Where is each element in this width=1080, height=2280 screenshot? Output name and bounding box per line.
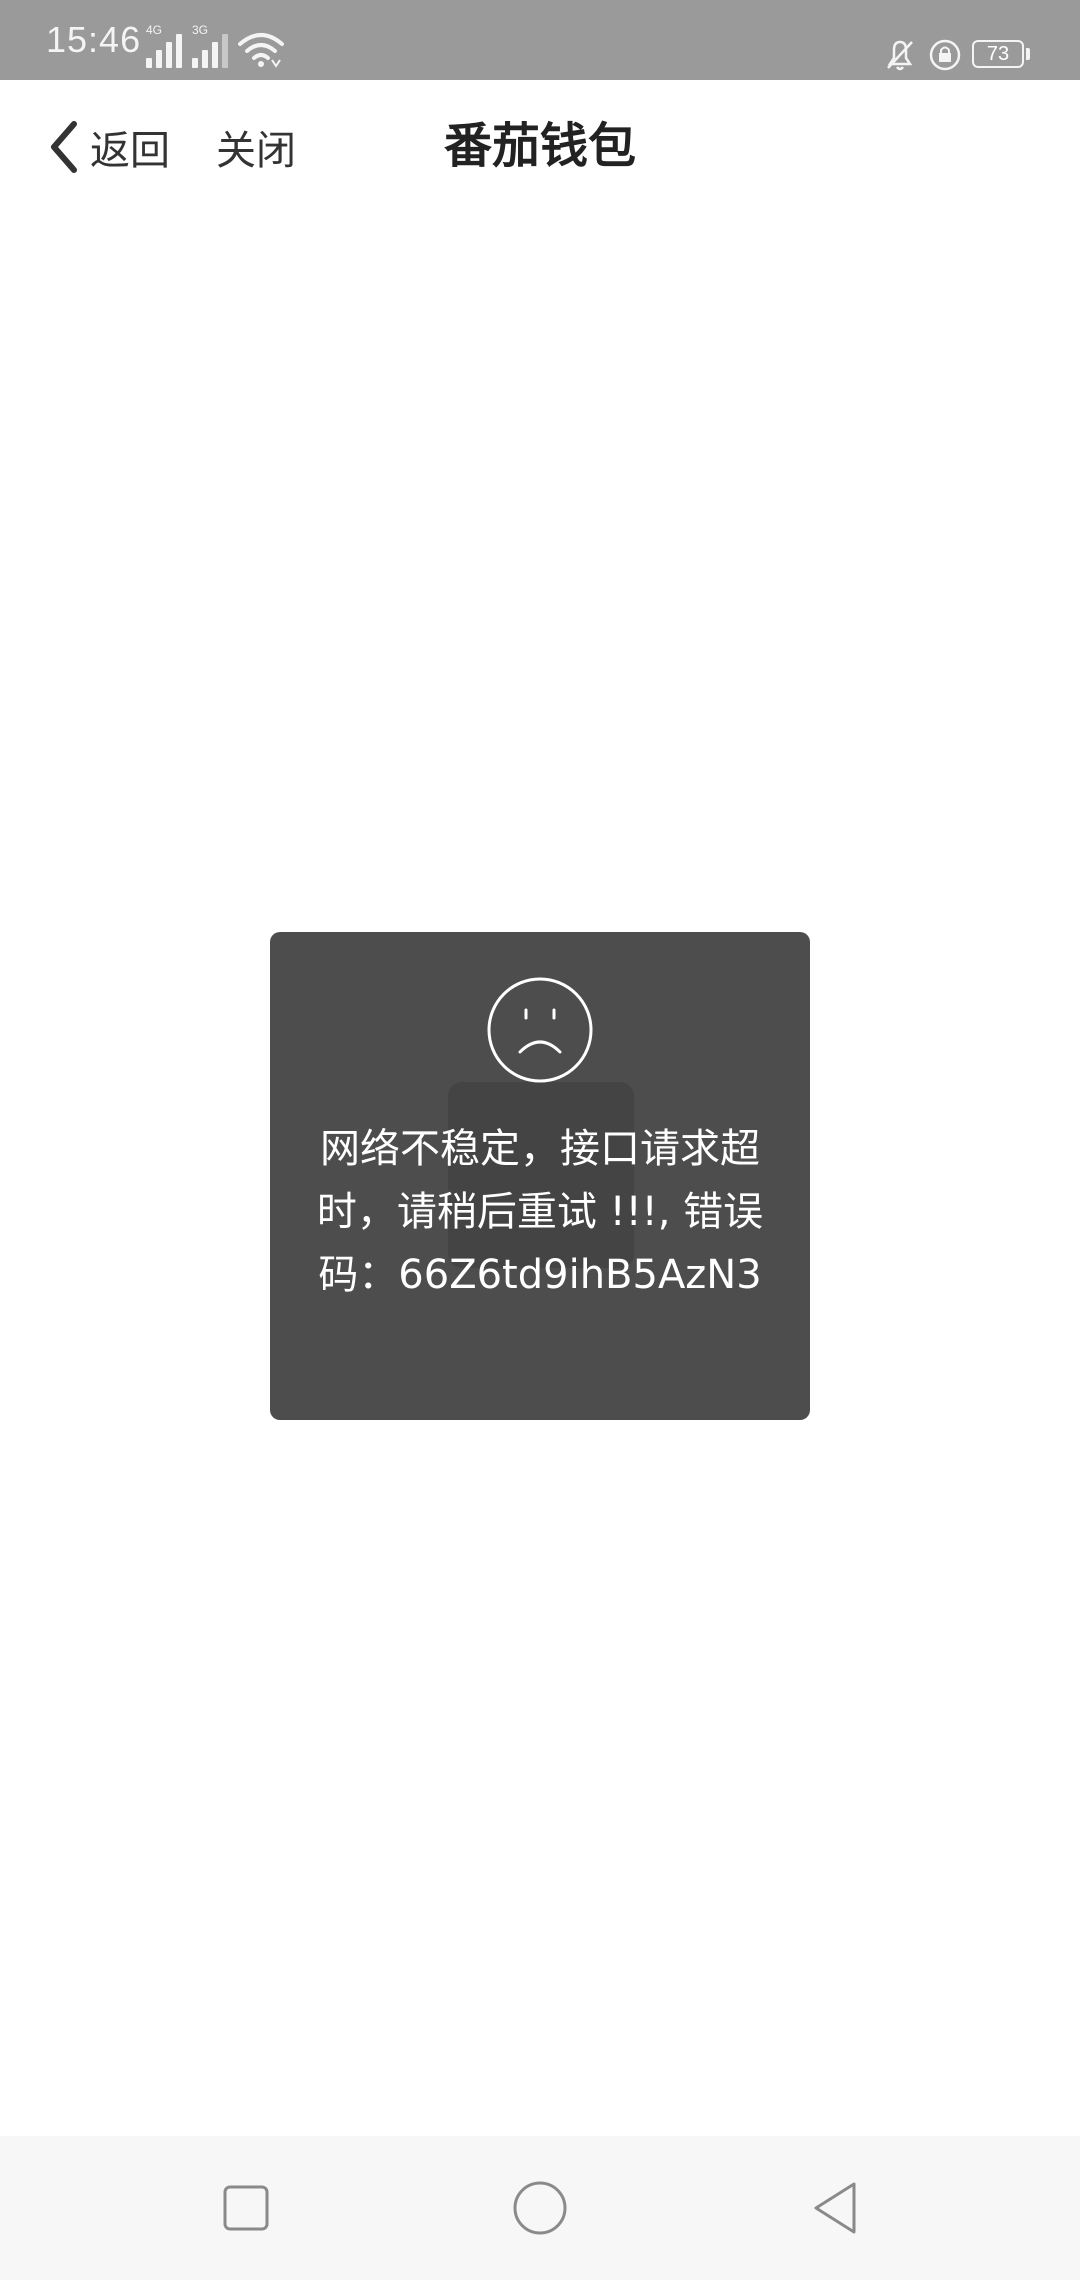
battery-icon: 73: [972, 40, 1024, 68]
error-message: 网络不稳定，接口请求超时，请稍后重试 !!!, 错误码：66Z6td9ihB5A…: [316, 1126, 764, 1298]
home-circle-icon[interactable]: [510, 2178, 570, 2238]
error-toast: 网络不稳定，接口请求超时，请稍后重试 !!!, 错误码：66Z6td9ihB5A…: [270, 932, 810, 1420]
wifi-icon: [238, 33, 284, 68]
rotation-lock-icon: [929, 39, 961, 71]
status-time: 15:46: [46, 19, 142, 60]
system-navigation-bar: [0, 2136, 1080, 2280]
signal-3g-label: 3G: [192, 23, 209, 37]
status-bar: 15:46 4G 3G 73: [0, 0, 1080, 80]
back-triangle-icon[interactable]: [804, 2178, 864, 2238]
sad-face-icon: [487, 977, 593, 1083]
signal-4g-icon: 4G: [146, 24, 186, 68]
page-title: 番茄钱包: [443, 118, 636, 174]
nav-header: 返回 关闭 番茄钱包: [0, 80, 1080, 214]
recents-square-icon[interactable]: [216, 2178, 276, 2238]
bell-off-icon: [887, 40, 913, 71]
signal-3g-icon: 3G: [192, 24, 232, 68]
battery-nub: [1026, 48, 1030, 60]
signal-4g-label: 4G: [146, 23, 163, 37]
